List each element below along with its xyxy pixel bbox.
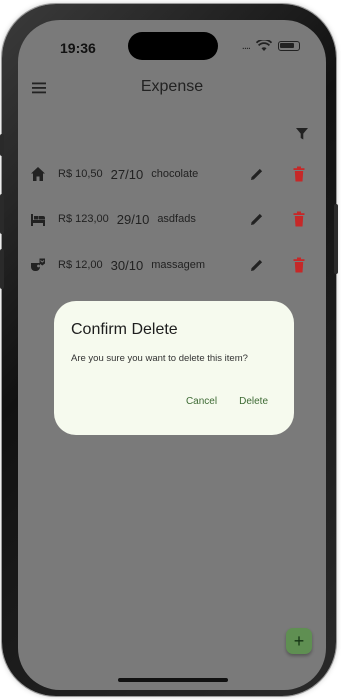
- battery-icon: [278, 41, 300, 51]
- expense-date: 29/10: [116, 211, 150, 227]
- edit-icon[interactable]: [250, 258, 264, 272]
- expense-description: chocolate: [151, 168, 199, 180]
- delete-icon[interactable]: [292, 211, 306, 227]
- expense-description: asdfads: [157, 213, 196, 225]
- expense-amount: R$ 123,00: [58, 213, 109, 225]
- screen: 19:36 .... Expense R$ 10,50 27/10 chocol…: [18, 20, 326, 690]
- dialog-title: Confirm Delete: [71, 321, 178, 338]
- dialog-message: Are you sure you want to delete this ite…: [71, 353, 248, 364]
- delete-button[interactable]: Delete: [239, 396, 268, 407]
- list-item[interactable]: R$ 123,00 29/10 asdfads: [30, 207, 310, 231]
- status-icons: ....: [242, 40, 300, 52]
- power-button: [334, 204, 338, 274]
- confirm-delete-dialog: Confirm Delete Are you sure you want to …: [54, 301, 294, 435]
- expense-date: 30/10: [110, 257, 144, 273]
- phone-frame: 19:36 .... Expense R$ 10,50 27/10 chocol…: [0, 4, 338, 696]
- delete-icon[interactable]: [292, 257, 306, 273]
- page-title: Expense: [140, 78, 204, 95]
- dynamic-island: [128, 32, 218, 60]
- status-time: 19:36: [60, 40, 96, 56]
- wifi-icon: [256, 40, 272, 51]
- edit-icon[interactable]: [250, 167, 264, 181]
- expense-amount: R$ 10,50: [58, 168, 103, 180]
- dialog-actions: Cancel Delete: [186, 396, 268, 407]
- volume-up-button: [0, 194, 4, 234]
- filter-icon[interactable]: [296, 128, 308, 140]
- list-item[interactable]: R$ 10,50 27/10 chocolate: [30, 162, 310, 186]
- expense-description: massagem: [151, 259, 205, 271]
- action-button: [0, 134, 4, 156]
- bed-icon: [31, 214, 45, 226]
- expense-date: 27/10: [110, 166, 144, 182]
- cancel-button[interactable]: Cancel: [186, 396, 217, 407]
- expense-amount: R$ 12,00: [58, 259, 103, 271]
- list-item[interactable]: R$ 12,00 30/10 massagem: [30, 253, 310, 277]
- spa-icon: [31, 258, 45, 271]
- add-expense-button[interactable]: +: [286, 628, 312, 654]
- delete-icon[interactable]: [292, 166, 306, 182]
- volume-down-button: [0, 249, 4, 289]
- signal-icon: ....: [241, 40, 251, 52]
- home-indicator: [118, 678, 228, 682]
- edit-icon[interactable]: [250, 212, 264, 226]
- home-icon: [31, 167, 45, 181]
